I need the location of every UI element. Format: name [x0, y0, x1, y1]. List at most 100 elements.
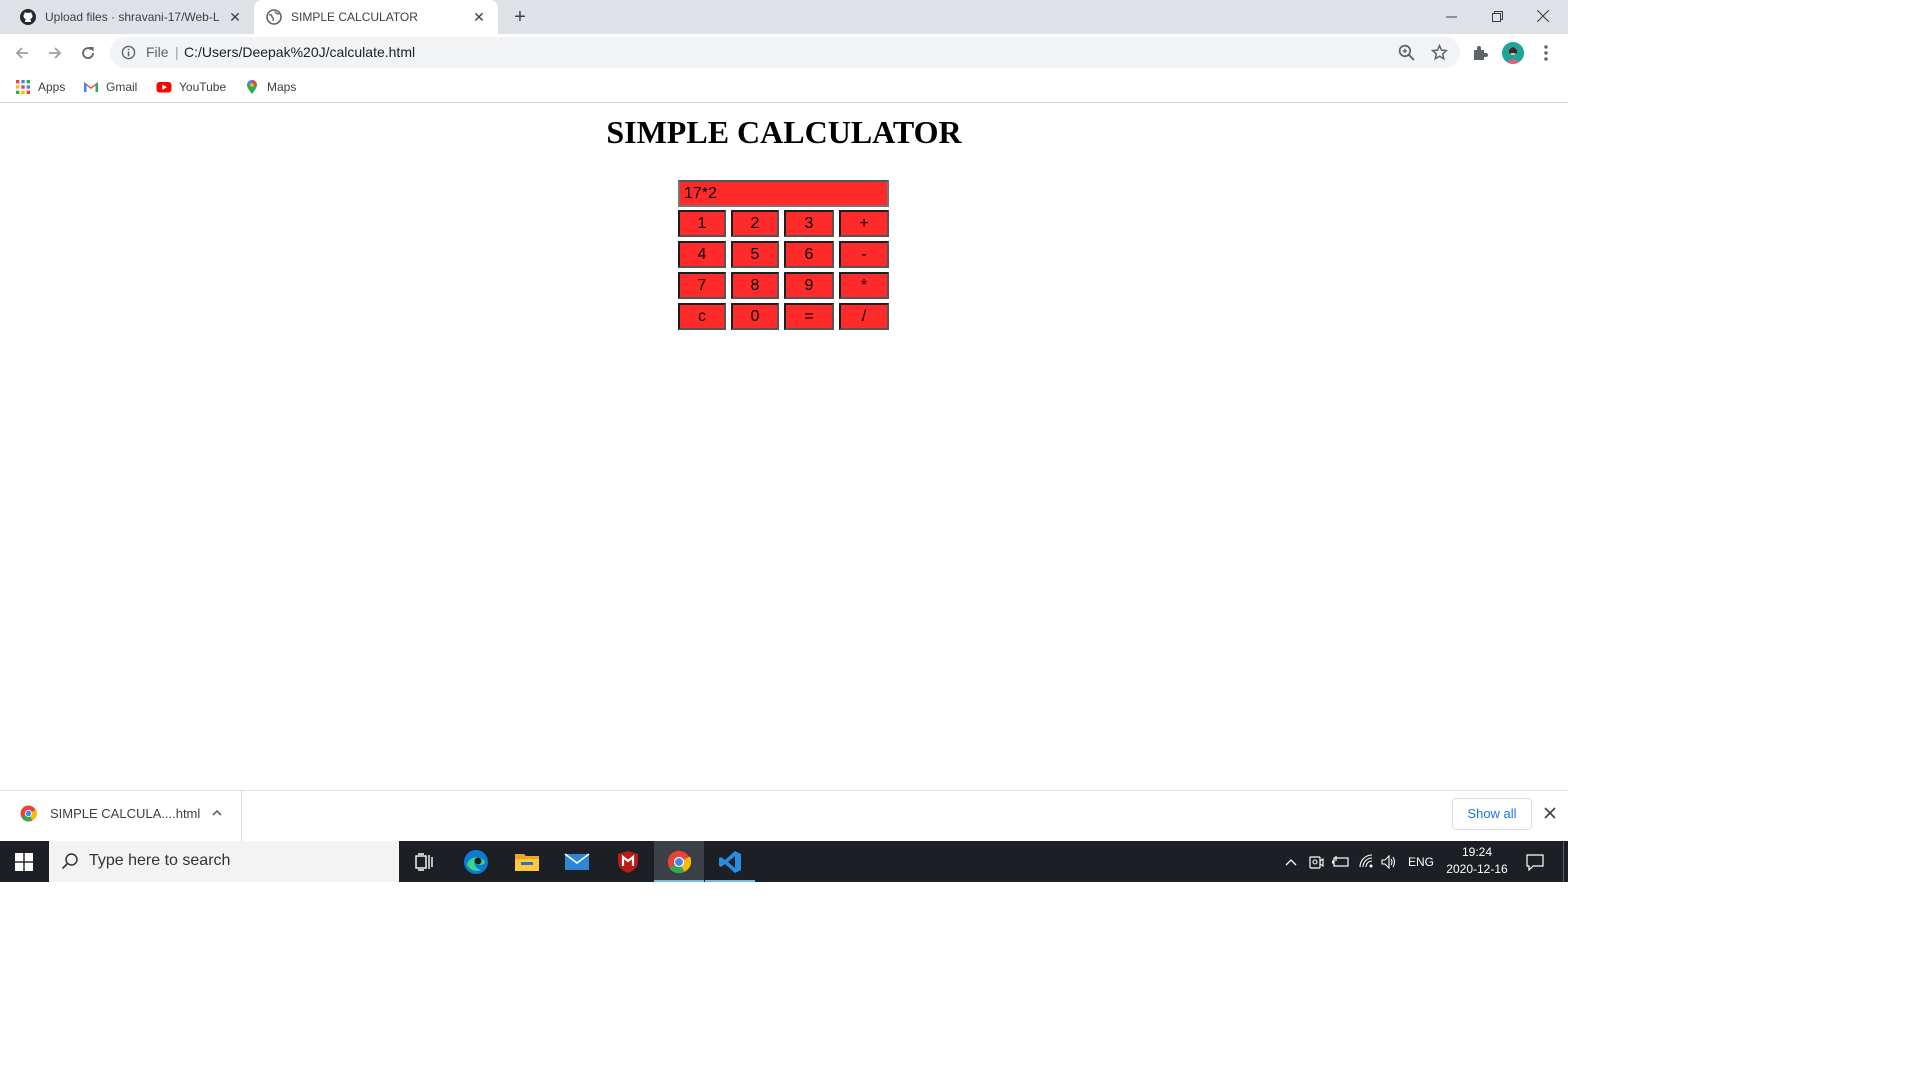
download-filename: SIMPLE CALCULA....html — [50, 806, 201, 821]
tab-title: Upload files · shravani-17/Web-L — [45, 10, 220, 24]
tab-title: SIMPLE CALCULATOR — [291, 10, 418, 24]
key-equals[interactable]: = — [784, 303, 834, 330]
running-indicator — [705, 880, 755, 882]
bookmark-label: Maps — [267, 80, 297, 94]
chrome-file-icon — [20, 805, 37, 822]
key-6[interactable]: 6 — [784, 241, 834, 268]
maps-pin-icon — [247, 80, 257, 94]
minimize-icon — [1445, 16, 1457, 17]
battery-icon[interactable] — [1332, 853, 1350, 871]
key-add[interactable]: + — [839, 210, 889, 237]
show-all-button[interactable]: Show all — [1452, 798, 1532, 830]
bookmark-label: YouTube — [179, 80, 227, 94]
edge-icon — [464, 849, 488, 874]
close-icon — [1537, 10, 1549, 22]
minimize-button[interactable] — [1428, 0, 1474, 32]
key-3[interactable]: 3 — [784, 210, 834, 237]
close-tab-icon[interactable]: ✕ — [228, 10, 242, 24]
bookmark-gmail[interactable]: Gmail — [83, 78, 137, 96]
clock-date: 2020-12-16 — [1446, 862, 1508, 876]
key-subtract[interactable]: - — [839, 241, 889, 268]
taskbar-edge[interactable] — [451, 841, 501, 882]
show-desktop-button[interactable] — [1563, 841, 1564, 882]
taskbar-mcafee[interactable] — [603, 841, 653, 882]
extensions-icon[interactable] — [1470, 43, 1490, 63]
start-button[interactable] — [0, 841, 48, 882]
restore-button[interactable] — [1474, 0, 1520, 32]
key-2[interactable]: 2 — [731, 210, 779, 237]
bookmark-maps[interactable]: Maps — [244, 78, 296, 96]
key-1[interactable]: 1 — [678, 210, 726, 237]
reload-button[interactable] — [74, 39, 102, 67]
close-window-button[interactable] — [1520, 0, 1566, 32]
new-tab-button[interactable]: + — [508, 5, 532, 29]
close-tab-icon[interactable]: ✕ — [472, 10, 486, 24]
back-button[interactable] — [8, 39, 36, 67]
menu-dots-icon[interactable] — [1536, 43, 1556, 63]
key-multiply[interactable]: * — [839, 272, 889, 299]
star-icon[interactable] — [1431, 44, 1448, 61]
youtube-icon — [156, 82, 172, 93]
key-8[interactable]: 8 — [731, 272, 779, 299]
taskbar-clock[interactable]: 19:24 2020-12-16 — [1438, 844, 1516, 878]
key-4[interactable]: 4 — [678, 241, 726, 268]
url-separator: | — [175, 44, 179, 60]
gmail-icon — [84, 82, 98, 92]
key-5[interactable]: 5 — [731, 241, 779, 268]
arrow-right-icon — [49, 47, 62, 59]
address-bar[interactable]: File | C:/Users/Deepak%20J/calculate.htm… — [110, 37, 1460, 68]
page-title: SIMPLE CALCULATOR — [606, 114, 962, 150]
taskbar-chrome[interactable] — [654, 841, 704, 882]
search-icon — [61, 853, 78, 870]
tab-github-upload[interactable]: Upload files · shravani-17/Web-L ✕ — [0, 0, 254, 34]
apps-grid-icon — [16, 80, 30, 94]
key-divide[interactable]: / — [839, 303, 889, 330]
vscode-icon — [719, 850, 741, 873]
browser-toolbar: File | C:/Users/Deepak%20J/calculate.htm… — [0, 34, 1568, 72]
taskbar-file-explorer[interactable] — [502, 841, 552, 882]
bookmark-apps[interactable]: Apps — [15, 78, 65, 96]
key-7[interactable]: 7 — [678, 272, 726, 299]
taskbar-mail[interactable] — [552, 841, 602, 882]
mail-icon — [564, 852, 590, 870]
bookmark-label: Apps — [38, 80, 66, 94]
chrome-icon — [667, 850, 691, 873]
bookmarks-bar: Apps Gmail YouTube Maps — [0, 72, 1568, 103]
bookmark-youtube[interactable]: YouTube — [156, 78, 226, 96]
avatar-icon — [1505, 47, 1521, 64]
profile-avatar[interactable] — [1502, 42, 1524, 64]
page-content: SIMPLE CALCULATOR 1 2 3 + 4 5 6 - 7 8 9 … — [0, 104, 1568, 790]
taskbar-vscode[interactable] — [705, 841, 755, 882]
info-icon[interactable] — [121, 45, 136, 60]
tab-strip: Upload files · shravani-17/Web-L ✕ SIMPL… — [0, 0, 1568, 34]
url-text[interactable]: C:/Users/Deepak%20J/calculate.html — [184, 44, 415, 60]
volume-icon[interactable] — [1380, 853, 1398, 871]
download-item[interactable]: SIMPLE CALCULA....html — [0, 791, 242, 841]
task-view-button[interactable] — [400, 841, 450, 882]
key-9[interactable]: 9 — [784, 272, 834, 299]
search-placeholder: Type here to search — [89, 852, 231, 869]
mcafee-shield-icon — [618, 850, 638, 873]
bookmark-label: Gmail — [106, 80, 138, 94]
forward-button[interactable] — [41, 39, 69, 67]
download-shelf: SIMPLE CALCULA....html Show all — [0, 790, 1568, 841]
meet-now-icon[interactable] — [1308, 853, 1324, 871]
task-view-icon — [415, 852, 433, 871]
close-icon[interactable] — [1542, 805, 1558, 821]
windows-taskbar: Type here to search ENG 19:24 2020-12-16 — [0, 841, 1568, 882]
key-clear[interactable]: c — [678, 303, 726, 330]
notifications-icon[interactable] — [1526, 853, 1544, 871]
reload-icon — [82, 47, 94, 59]
github-icon — [20, 9, 36, 25]
chevron-up-icon[interactable] — [1284, 853, 1298, 871]
key-0[interactable]: 0 — [731, 303, 779, 330]
calculator-display[interactable] — [678, 180, 889, 207]
tab-simple-calculator[interactable]: SIMPLE CALCULATOR ✕ — [254, 0, 498, 34]
clock-time: 19:24 — [1461, 845, 1493, 859]
language-indicator[interactable]: ENG — [1408, 853, 1434, 871]
zoom-icon[interactable] — [1398, 44, 1415, 61]
wifi-icon[interactable] — [1358, 853, 1374, 871]
chevron-up-icon[interactable] — [210, 806, 224, 820]
taskbar-search[interactable]: Type here to search — [49, 841, 399, 882]
active-indicator — [654, 880, 704, 882]
